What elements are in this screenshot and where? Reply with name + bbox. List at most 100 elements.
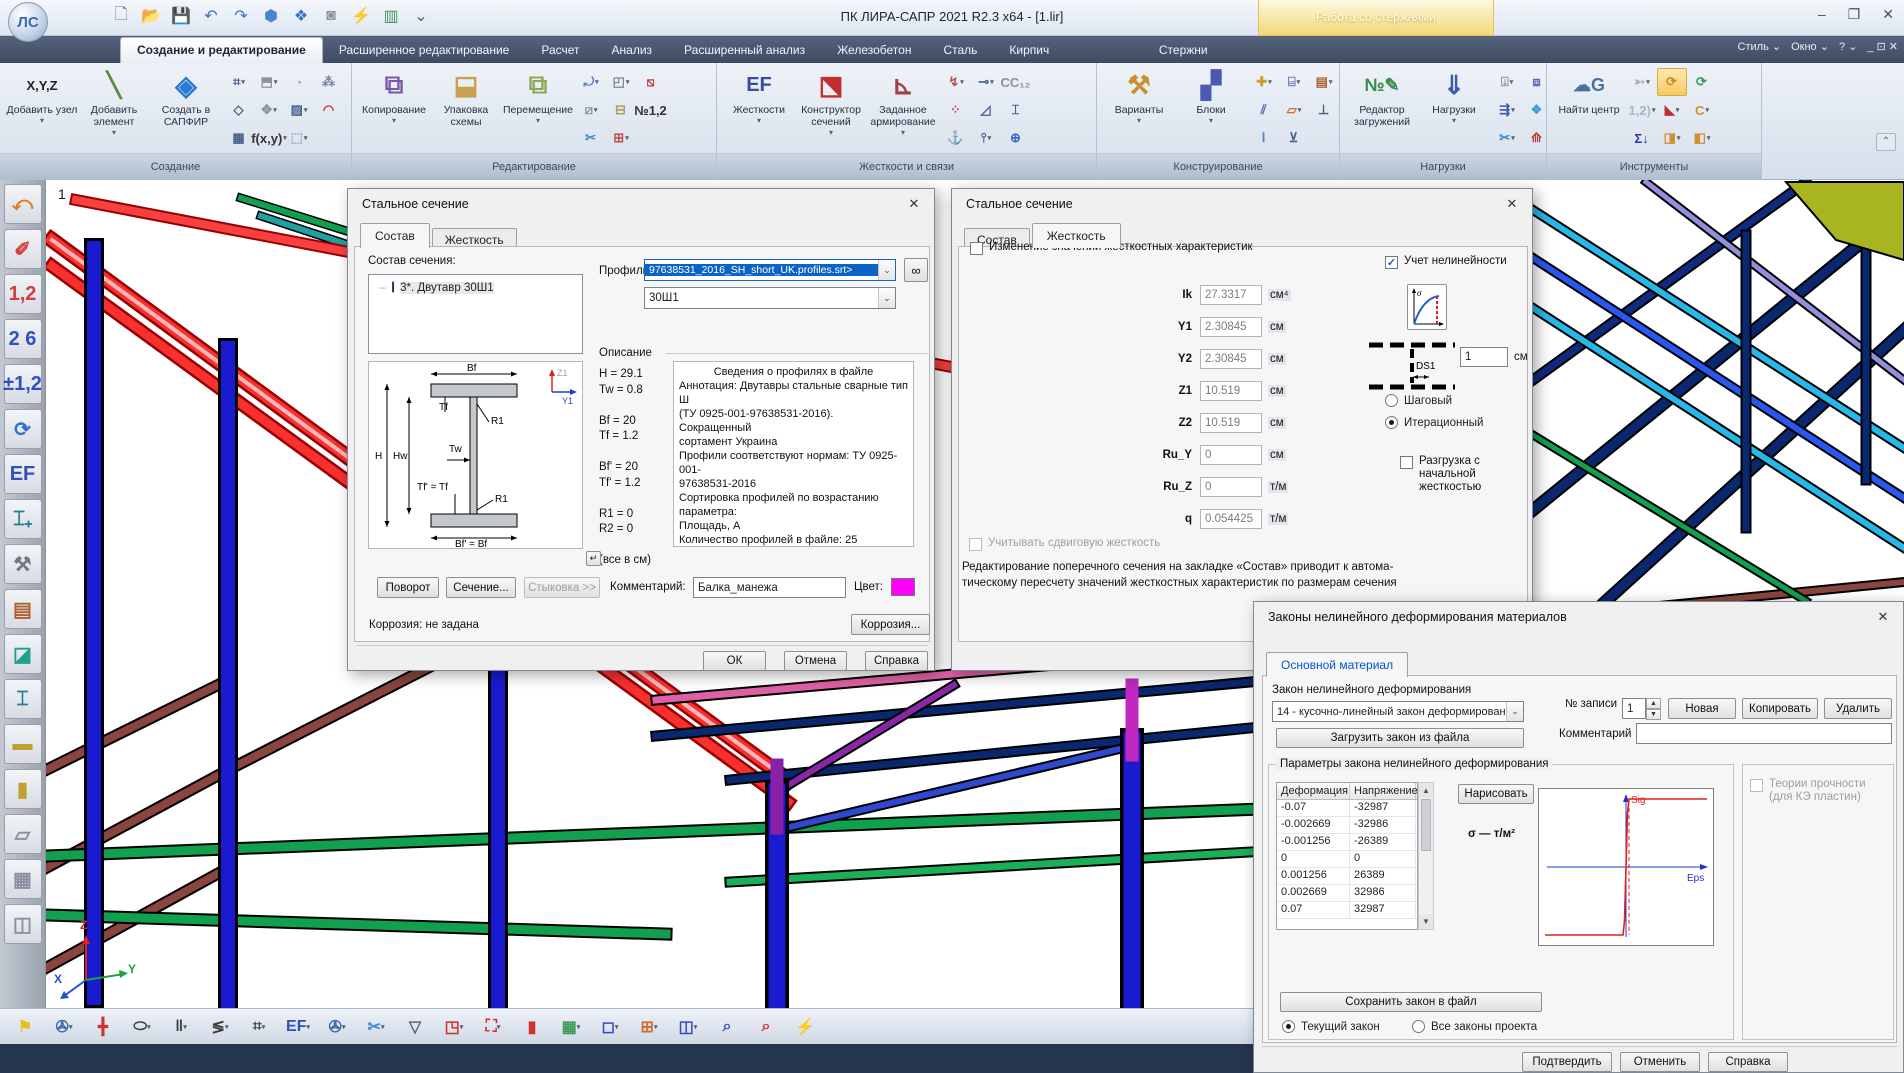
ribbon-small-button[interactable]: ◧ ▾: [1687, 124, 1717, 152]
ribbon-small-button[interactable]: ⧅: [636, 68, 666, 96]
table-row[interactable]: 0.001256 26389: [1277, 868, 1417, 885]
chevron-down-icon[interactable]: ⌄: [1506, 702, 1523, 721]
param-field[interactable]: 0.054425: [1200, 509, 1262, 529]
ribbon-small-button[interactable]: ▨ ▾: [284, 96, 314, 124]
left-tool-icon[interactable]: ▱: [4, 814, 42, 854]
ribbon-small-button[interactable]: ⌸ ▾: [1279, 68, 1309, 96]
ribbon-small-button[interactable]: ⧄ ▾: [576, 96, 606, 124]
help-menu[interactable]: ? ⌄: [1839, 40, 1857, 53]
enter-button[interactable]: ↵: [586, 551, 601, 566]
radio-current-law[interactable]: Текущий закон: [1282, 1020, 1380, 1033]
bottom-tool-icon[interactable]: ⬭ ▾: [125, 1013, 159, 1041]
ds1-field[interactable]: 1: [1460, 347, 1508, 367]
close-icon[interactable]: ✕: [904, 195, 924, 213]
bottom-tool-icon[interactable]: EF ▾: [281, 1013, 315, 1041]
bottom-tool-icon[interactable]: ‖ ▾: [164, 1013, 198, 1041]
bottom-tool-icon[interactable]: ⌕: [710, 1013, 744, 1041]
ribbon-small-button[interactable]: ⁂: [314, 68, 344, 96]
dialog-title-bar[interactable]: Законы нелинейного деформирования матери…: [1254, 602, 1903, 632]
ribbon-tab[interactable]: Расширенное редактирование: [323, 38, 526, 63]
record-number-field[interactable]: 1: [1622, 698, 1646, 719]
left-tool-icon[interactable]: ▮: [4, 769, 42, 809]
left-tool-icon[interactable]: ◫: [4, 904, 42, 944]
ribbon-button[interactable]: ☁G Найти центр: [1553, 66, 1625, 150]
window-menu-item[interactable]: Окно ⌄: [1791, 40, 1829, 53]
bottom-tool-icon[interactable]: ◳ ▾: [437, 1013, 471, 1041]
radio-all-laws[interactable]: Все законы проекта: [1412, 1020, 1537, 1033]
ribbon-small-button[interactable]: №1,2: [636, 96, 666, 124]
cancel-button[interactable]: Отмена: [784, 651, 847, 671]
param-field[interactable]: 0: [1200, 477, 1262, 497]
param-field[interactable]: 0: [1200, 445, 1262, 465]
tab-stiffness[interactable]: Жесткость: [1032, 223, 1121, 248]
save-law-button[interactable]: Сохранить закон в файл: [1280, 992, 1542, 1012]
ribbon-small-button[interactable]: ◔: [284, 68, 314, 96]
ribbon-collapse-icon[interactable]: ⌃: [1876, 133, 1896, 151]
ribbon-button[interactable]: ⚒ Варианты ▾: [1103, 66, 1175, 150]
comment-field[interactable]: Балка_манежа: [693, 577, 846, 598]
column-header-strain[interactable]: Деформация: [1277, 783, 1350, 799]
bottom-tool-icon[interactable]: ≶ ▾: [203, 1013, 237, 1041]
ribbon-button[interactable]: EF Жесткости ▾: [723, 66, 795, 150]
ribbon-tab[interactable]: Железобетон: [821, 38, 927, 63]
close-button[interactable]: ✕: [1882, 6, 1894, 23]
ribbon-small-button[interactable]: ⬒ ▾: [254, 68, 284, 96]
ribbon-small-button[interactable]: C ▾: [1687, 96, 1717, 124]
ribbon-small-button[interactable]: 1,2) ▾: [1627, 96, 1657, 124]
bottom-tool-icon[interactable]: ✇ ▾: [47, 1013, 81, 1041]
ribbon-small-button[interactable]: Ⅰ: [1249, 124, 1279, 152]
lira-logo-icon[interactable]: ЛС: [8, 2, 48, 42]
ok-button[interactable]: ОК: [703, 651, 766, 671]
bottom-tool-icon[interactable]: ▮: [515, 1013, 549, 1041]
cancel-button[interactable]: Отменить: [1620, 1052, 1700, 1072]
bottom-tool-icon[interactable]: ⊞ ▾: [632, 1013, 666, 1041]
ribbon-small-button[interactable]: ⇶ ▾: [1492, 96, 1522, 124]
left-tool-icon[interactable]: ⤺: [4, 184, 42, 224]
bottom-tool-icon[interactable]: ╋: [86, 1013, 120, 1041]
browse-profiles-button[interactable]: ∞: [904, 258, 928, 282]
ribbon-tab[interactable]: Кирпич: [993, 38, 1065, 63]
ribbon-small-button[interactable]: ⊟: [606, 96, 636, 124]
bottom-tool-icon[interactable]: ⛶ ▾: [476, 1013, 510, 1041]
rotate-button[interactable]: Поворот: [377, 577, 439, 598]
left-tool-icon[interactable]: ▤: [4, 589, 42, 629]
left-tool-icon[interactable]: ✐: [4, 229, 42, 269]
ribbon-button[interactable]: ⬓ Упаковка схемы: [430, 66, 502, 150]
param-field[interactable]: 10.519: [1200, 381, 1262, 401]
ribbon-small-button[interactable]: ✂ ▾: [1492, 124, 1522, 152]
ribbon-small-button[interactable]: ◿: [971, 96, 1001, 124]
table-row[interactable]: -0.002669 -32986: [1277, 817, 1417, 834]
bottom-tool-icon[interactable]: ⚡: [788, 1013, 822, 1041]
minimize-button[interactable]: –: [1818, 6, 1826, 23]
scroll-down-icon[interactable]: ▼: [1419, 914, 1433, 929]
ribbon-button[interactable]: №✎ Редактор загружений: [1346, 66, 1418, 150]
ribbon-button[interactable]: ▞ Блоки ▾: [1175, 66, 1247, 150]
ribbon-tab[interactable]: Стержни: [1065, 38, 1301, 63]
ribbon-small-button[interactable]: ◇: [224, 96, 254, 124]
ribbon-button[interactable]: ⊾ Заданное армирование ▾: [867, 66, 939, 150]
tab-main-material[interactable]: Основной материал: [1266, 652, 1408, 677]
ribbon-small-button[interactable]: ◨ ▾: [1657, 124, 1687, 152]
nonlinearity-checkbox[interactable]: ✓ Учет нелинейности: [1385, 255, 1507, 269]
bottom-tool-icon[interactable]: ⌗ ▾: [242, 1013, 276, 1041]
ribbon-small-button[interactable]: ✥ ▾: [254, 96, 284, 124]
radio-iteration-method[interactable]: Итерационный: [1385, 416, 1483, 429]
ribbon-small-button[interactable]: ⫯ ▾: [971, 124, 1001, 152]
table-row[interactable]: 0.07 32987: [1277, 902, 1417, 919]
left-tool-icon[interactable]: ⚒: [4, 544, 42, 584]
bottom-tool-icon[interactable]: ✂ ▾: [359, 1013, 393, 1041]
mdi-controls[interactable]: _ ⊡ ✕: [1867, 40, 1898, 53]
section-button[interactable]: Сечение...: [446, 577, 516, 598]
ribbon-button[interactable]: X,Y,Z Добавить узел ▾: [6, 66, 78, 150]
ribbon-small-button[interactable]: ⟳: [1687, 68, 1717, 96]
unload-checkbox[interactable]: Разгрузка с начальной жесткостью: [1400, 455, 1481, 494]
bottom-tool-icon[interactable]: ⌕: [749, 1013, 783, 1041]
confirm-button[interactable]: Подтвердить: [1522, 1052, 1612, 1072]
spinner-up-icon[interactable]: ▲: [1646, 698, 1661, 709]
corrosion-button[interactable]: Коррозия...: [851, 614, 930, 635]
color-swatch[interactable]: [891, 578, 915, 596]
table-row[interactable]: 0 0: [1277, 851, 1417, 868]
ribbon-small-button[interactable]: ⊕: [1001, 124, 1031, 152]
chevron-down-icon[interactable]: ⌄: [878, 260, 895, 280]
profile-file-combo[interactable]: 97638531_2016_SH_short_UK.profiles.srt> …: [644, 259, 896, 281]
